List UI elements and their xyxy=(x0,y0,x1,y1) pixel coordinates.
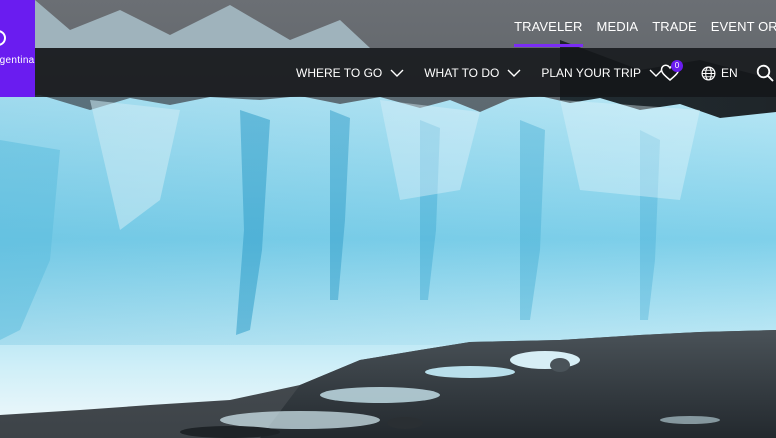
nav-item-label: WHAT TO DO xyxy=(424,66,500,80)
favorites-button[interactable]: 0 xyxy=(660,60,683,83)
favorites-count-badge: 0 xyxy=(671,60,683,72)
globe-icon xyxy=(701,66,716,80)
main-navigation: WHERE TO GO WHAT TO DO PLAN YOUR TRIP 0 xyxy=(35,48,776,97)
nav-item-where-to-go[interactable]: WHERE TO GO xyxy=(296,66,404,80)
language-label: EN xyxy=(721,66,738,80)
chevron-down-icon xyxy=(390,69,404,77)
nav-utilities: 0 EN xyxy=(660,60,774,83)
nav-item-label: WHERE TO GO xyxy=(296,66,383,80)
brand-logo[interactable]: rgentina xyxy=(0,0,35,97)
language-selector[interactable]: EN xyxy=(701,66,738,81)
audience-link-event-org[interactable]: EVENT ORG xyxy=(711,19,776,34)
search-icon[interactable] xyxy=(756,64,774,82)
nav-menu: WHERE TO GO WHAT TO DO PLAN YOUR TRIP xyxy=(296,66,663,80)
nav-item-label: PLAN YOUR TRIP xyxy=(541,66,641,80)
logo-mark-icon xyxy=(0,30,6,46)
audience-bar: TRAVELER MEDIA TRADE EVENT ORG xyxy=(35,0,776,48)
nav-item-what-to-do[interactable]: WHAT TO DO xyxy=(424,66,521,80)
logo-wordmark: rgentina xyxy=(0,55,35,66)
audience-link-trade[interactable]: TRADE xyxy=(652,19,697,34)
chevron-down-icon xyxy=(507,69,521,77)
nav-item-plan-your-trip[interactable]: PLAN YOUR TRIP xyxy=(541,66,663,80)
audience-links: TRAVELER MEDIA TRADE EVENT ORG xyxy=(514,19,776,47)
audience-link-media[interactable]: MEDIA xyxy=(597,19,639,34)
audience-link-traveler[interactable]: TRAVELER xyxy=(514,19,584,47)
